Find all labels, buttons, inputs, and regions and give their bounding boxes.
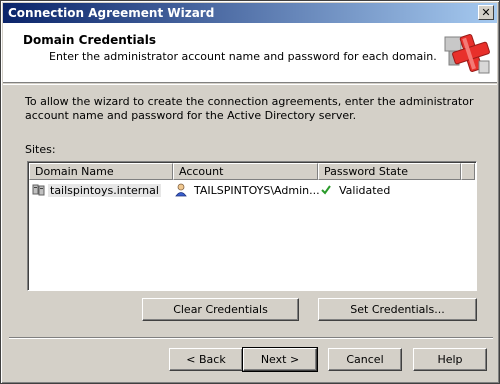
column-header-filler	[461, 163, 475, 180]
set-credentials-button[interactable]: Set Credentials...	[318, 298, 477, 321]
column-header-password-state[interactable]: Password State	[318, 163, 461, 180]
page-subtitle: Enter the administrator account name and…	[49, 50, 437, 63]
page-title: Domain Credentials	[23, 33, 156, 47]
instructions-text: To allow the wizard to create the connec…	[25, 95, 474, 122]
sites-label: Sites:	[25, 143, 56, 156]
back-button[interactable]: < Back	[169, 348, 243, 371]
password-state-cell: Validated	[319, 181, 390, 199]
domain-cell: tailspintoys.internal	[32, 181, 161, 199]
column-header-domain-name[interactable]: Domain Name	[29, 163, 173, 180]
password-state-text: Validated	[339, 183, 391, 197]
close-icon: ✕	[481, 6, 491, 19]
cancel-button[interactable]: Cancel	[328, 348, 402, 371]
clear-credentials-button[interactable]: Clear Credentials	[142, 298, 299, 321]
wizard-header: Domain Credentials Enter the administrat…	[3, 23, 497, 83]
exchange-wizard-logo-icon	[444, 34, 490, 74]
checkmark-icon	[321, 185, 331, 195]
next-button[interactable]: Next >	[242, 347, 318, 372]
help-button[interactable]: Help	[413, 348, 487, 371]
sites-list[interactable]: Domain Name Account Password State tails…	[27, 161, 477, 291]
account-text: TAILSPINTOYS\Admin...	[194, 183, 320, 197]
header-divider	[3, 84, 497, 85]
window-title: Connection Agreement Wizard	[8, 6, 215, 20]
list-item[interactable]: tailspintoys.internal TAILSPINTOYS\Admin…	[29, 181, 475, 199]
domain-icon	[32, 184, 45, 196]
user-icon	[175, 183, 187, 197]
title-bar: Connection Agreement Wizard ✕	[3, 3, 497, 23]
close-button[interactable]: ✕	[478, 5, 494, 20]
wizard-window: Connection Agreement Wizard ✕ Domain Cre…	[0, 0, 500, 384]
column-header-account[interactable]: Account	[173, 163, 318, 180]
account-cell: TAILSPINTOYS\Admin...	[174, 181, 320, 199]
footer-divider	[9, 337, 493, 339]
domain-name-text: tailspintoys.internal	[48, 183, 161, 197]
list-header: Domain Name Account Password State	[29, 163, 475, 180]
